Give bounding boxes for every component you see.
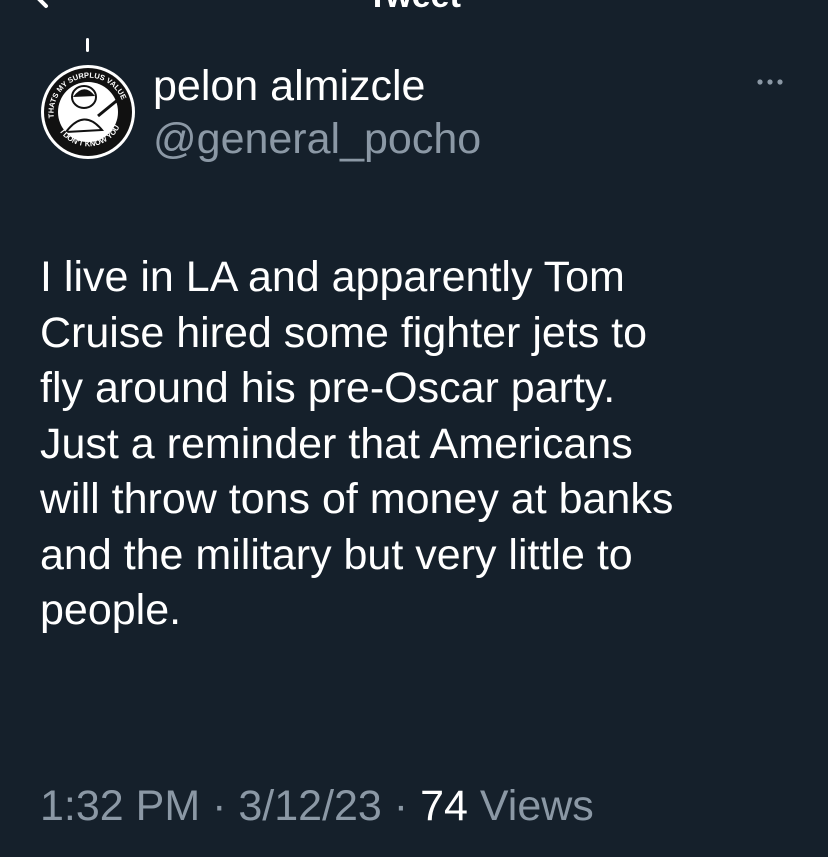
tweet-time[interactable]: 1:32 PM xyxy=(40,782,200,830)
page-title: Tweet xyxy=(0,0,828,13)
tweet-text-line: and the military but very little to xyxy=(40,530,633,579)
tweet-text-line: people. xyxy=(40,586,182,634)
more-horizontal-icon[interactable] xyxy=(748,64,792,100)
tweet-text: I live in LA and apparently Tom Cruise h… xyxy=(40,250,800,639)
meta-separator: · xyxy=(212,782,227,830)
tweet-meta: 1:32 PM · 3/12/23 · 74 Views xyxy=(40,780,594,832)
tweet-text-line: fly around his pre-Oscar party. xyxy=(40,364,616,412)
thread-line xyxy=(86,38,89,52)
tweet-text-line: Just a reminder that Americans xyxy=(40,419,633,468)
display-name[interactable]: pelon almizcle xyxy=(153,60,425,112)
user-handle[interactable]: @general_pocho xyxy=(153,113,481,165)
top-nav-bar: Tweet xyxy=(0,0,828,20)
avatar[interactable]: THATS MY SURPLUS VALUE I DON'T KNOW YOU xyxy=(40,64,136,160)
avatar-image: THATS MY SURPLUS VALUE I DON'T KNOW YOU xyxy=(41,65,135,159)
views-label[interactable]: Views xyxy=(480,782,594,830)
tweet-date[interactable]: 3/12/23 xyxy=(238,782,381,830)
tweet-text-line: I live in LA and apparently Tom xyxy=(40,253,625,301)
tweet-text-line: Cruise hired some fighter jets to xyxy=(40,308,648,357)
views-count[interactable]: 74 xyxy=(420,782,468,830)
tweet-text-line: will throw tons of money at banks xyxy=(40,475,674,523)
meta-separator: · xyxy=(393,782,409,830)
